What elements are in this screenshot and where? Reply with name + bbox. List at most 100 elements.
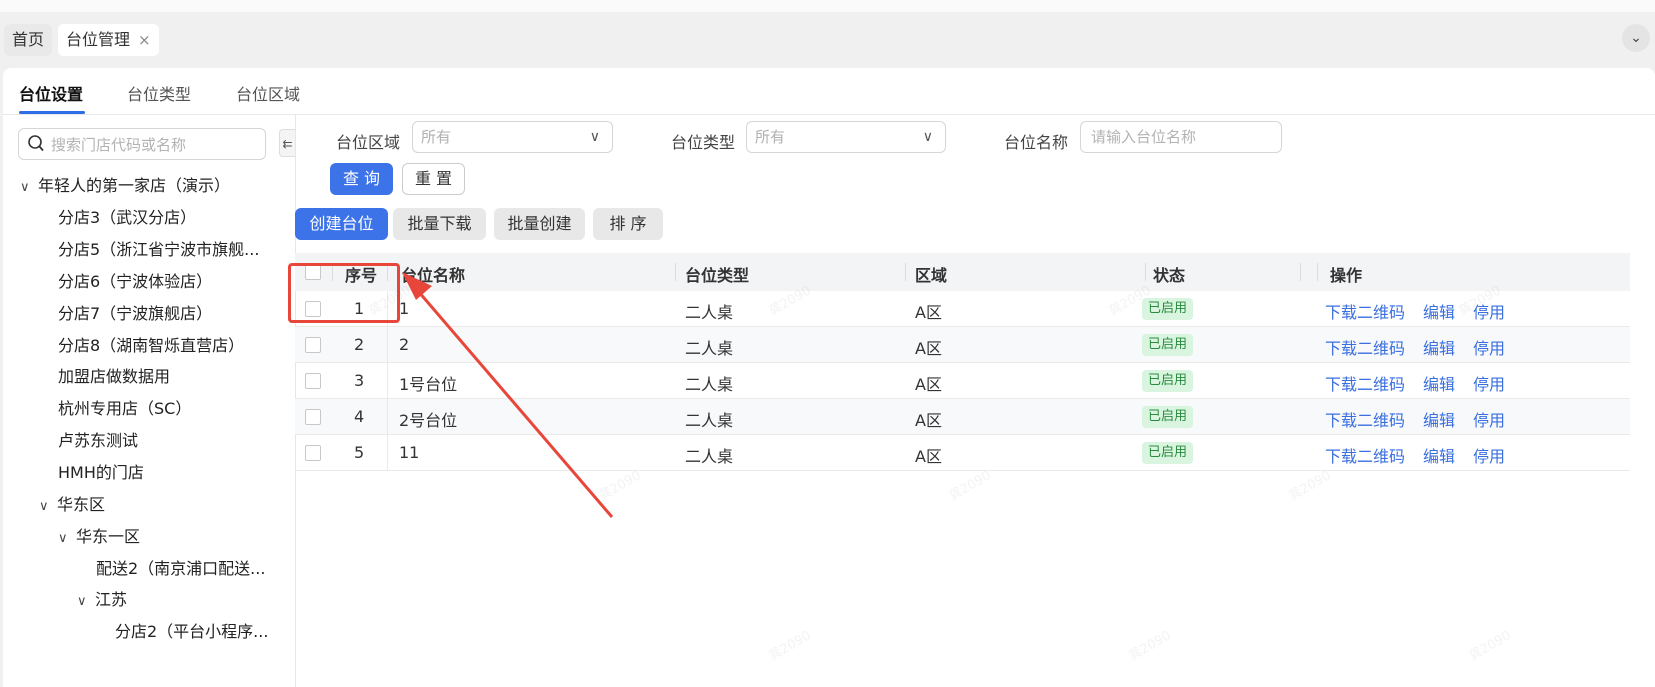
query-button[interactable]: 查 询 (330, 163, 393, 195)
cell-index: 5 (354, 443, 365, 462)
chevron-down-icon: ∨ (589, 129, 600, 145)
chevron-down-icon[interactable]: ∨ (77, 594, 95, 609)
cell-type: 二人桌 (685, 339, 734, 358)
fold-sidebar-icon[interactable]: ⇇ (279, 129, 295, 157)
sort-button[interactable]: 排 序 (593, 208, 663, 240)
column-divider (1317, 263, 1318, 281)
tree-node-label: HMH的门店 (58, 463, 144, 482)
reset-button[interactable]: 重 置 (402, 163, 465, 195)
column-divider (387, 327, 388, 363)
watermark: 龚2090 (766, 628, 814, 665)
status-badge: 已启用 (1142, 298, 1194, 320)
edit-link[interactable]: 编辑 (1423, 335, 1455, 359)
chevron-down-icon[interactable]: ∨ (20, 180, 38, 195)
tree-node-group[interactable]: ∨ 江苏 (77, 586, 127, 610)
disable-link[interactable]: 停用 (1473, 299, 1505, 323)
cell-area: A区 (915, 339, 942, 358)
edit-link[interactable]: 编辑 (1423, 443, 1455, 467)
tree-node[interactable]: HMH的门店 (58, 459, 144, 483)
download-qrcode-link[interactable]: 下载二维码 (1325, 299, 1405, 323)
table-row: 4 2号台位 二人桌 A区 已启用 下载二维码 编辑 停用 (295, 399, 1630, 435)
cell-type: 二人桌 (685, 303, 734, 322)
create-table-button[interactable]: 创建台位 (295, 208, 388, 240)
tree-node-label: 华东区 (57, 495, 106, 514)
tree-node[interactable]: 卢苏东测试 (58, 427, 138, 451)
column-divider (905, 263, 906, 281)
disable-link[interactable]: 停用 (1473, 443, 1505, 467)
tree-node-group[interactable]: ∨ 华东一区 (58, 523, 140, 547)
header-status: 状态 (1153, 266, 1186, 285)
tree-node[interactable]: 分店5（浙江省宁波市旗舰... (58, 236, 259, 260)
tree-node-label: 分店2（平台小程序... (115, 622, 269, 641)
tree-node[interactable]: 加盟店做数据用 (58, 363, 170, 387)
type-select[interactable]: 所有 ∨ (746, 121, 946, 153)
edit-link[interactable]: 编辑 (1423, 371, 1455, 395)
download-qrcode-link[interactable]: 下载二维码 (1325, 407, 1405, 431)
column-divider (1300, 263, 1301, 281)
edit-link[interactable]: 编辑 (1423, 299, 1455, 323)
tree-node[interactable]: 分店8（湖南智烁直营店） (58, 332, 244, 356)
chevron-down-icon[interactable]: ⌄ (1622, 24, 1650, 52)
status-badge: 已启用 (1142, 406, 1194, 428)
header-actions: 操作 (1330, 266, 1363, 285)
row-checkbox[interactable] (305, 445, 321, 461)
store-search-box[interactable] (18, 128, 266, 160)
store-search-input[interactable] (49, 133, 263, 157)
cell-name: 11 (399, 443, 420, 462)
tree-node-label: 分店6（宁波体验店） (58, 272, 213, 291)
tree-node[interactable]: 分店2（平台小程序... (115, 618, 268, 642)
download-qrcode-link[interactable]: 下载二维码 (1325, 335, 1405, 359)
name-input[interactable] (1081, 122, 1281, 152)
disable-link[interactable]: 停用 (1473, 371, 1505, 395)
column-divider (675, 263, 676, 281)
cell-area: A区 (915, 375, 942, 394)
page-tab-table-management[interactable]: 台位管理 × (58, 24, 159, 56)
tree-node[interactable]: 杭州专用店（SC） (58, 395, 191, 419)
tab-table-settings[interactable]: 台位设置 (19, 81, 83, 105)
tree-node-label: 江苏 (95, 590, 128, 609)
download-qrcode-link[interactable]: 下载二维码 (1325, 371, 1405, 395)
tree-node-group[interactable]: ∨ 华东区 (39, 491, 105, 515)
tree-node[interactable]: 分店7（宁波旗舰店） (58, 300, 212, 324)
chevron-down-icon[interactable]: ∨ (58, 531, 76, 546)
close-icon[interactable]: × (138, 31, 151, 49)
status-badge: 已启用 (1142, 370, 1194, 392)
tree-node-label: 分店3（武汉分店） (58, 208, 197, 227)
tree-node[interactable]: 分店6（宁波体验店） (58, 268, 212, 292)
column-divider (387, 363, 388, 399)
disable-link[interactable]: 停用 (1473, 407, 1505, 431)
chevron-down-icon[interactable]: ∨ (39, 499, 57, 514)
page-tab-label: 台位管理 (66, 30, 131, 49)
cell-name: 1号台位 (399, 375, 458, 394)
batch-create-button[interactable]: 批量创建 (494, 208, 585, 240)
tree-node[interactable]: 分店3（武汉分店） (58, 204, 196, 228)
watermark: 龚2090 (1466, 628, 1514, 665)
cell-index: 4 (354, 407, 365, 426)
edit-link[interactable]: 编辑 (1423, 407, 1455, 431)
tree-node-label: 分店8（湖南智烁直营店） (58, 336, 245, 355)
row-checkbox[interactable] (305, 373, 321, 389)
disable-link[interactable]: 停用 (1473, 335, 1505, 359)
status-badge: 已启用 (1142, 334, 1194, 356)
area-select[interactable]: 所有 ∨ (412, 121, 613, 153)
tab-table-types[interactable]: 台位类型 (127, 81, 191, 105)
tree-node[interactable]: 配送2（南京浦口配送... (96, 555, 265, 579)
tree-node-root[interactable]: ∨ 年轻人的第一家店（演示） (20, 172, 230, 196)
table-row: 3 1号台位 二人桌 A区 已启用 下载二维码 编辑 停用 (295, 363, 1630, 399)
main-panel: 台位设置 台位类型 台位区域 ⇇ ∨年轻人的第一家店（演示） 分店3（武汉分店）… (3, 68, 1655, 687)
cell-type: 二人桌 (685, 411, 734, 430)
name-input-box[interactable] (1080, 121, 1282, 153)
row-checkbox[interactable] (305, 409, 321, 425)
page-tab-home[interactable]: 首页 (4, 24, 53, 56)
batch-download-button[interactable]: 批量下载 (393, 208, 486, 240)
download-qrcode-link[interactable]: 下载二维码 (1325, 443, 1405, 467)
search-icon (28, 134, 44, 156)
column-divider (387, 435, 388, 471)
tree-node-label: 分店7（宁波旗舰店） (58, 304, 213, 323)
page-tabs-bar: 首页 台位管理 × ⌄ (0, 12, 1655, 68)
area-select-value: 所有 (421, 128, 452, 146)
column-divider (1145, 263, 1146, 281)
status-badge: 已启用 (1142, 442, 1194, 464)
tab-table-areas[interactable]: 台位区域 (236, 81, 300, 105)
row-checkbox[interactable] (305, 337, 321, 353)
